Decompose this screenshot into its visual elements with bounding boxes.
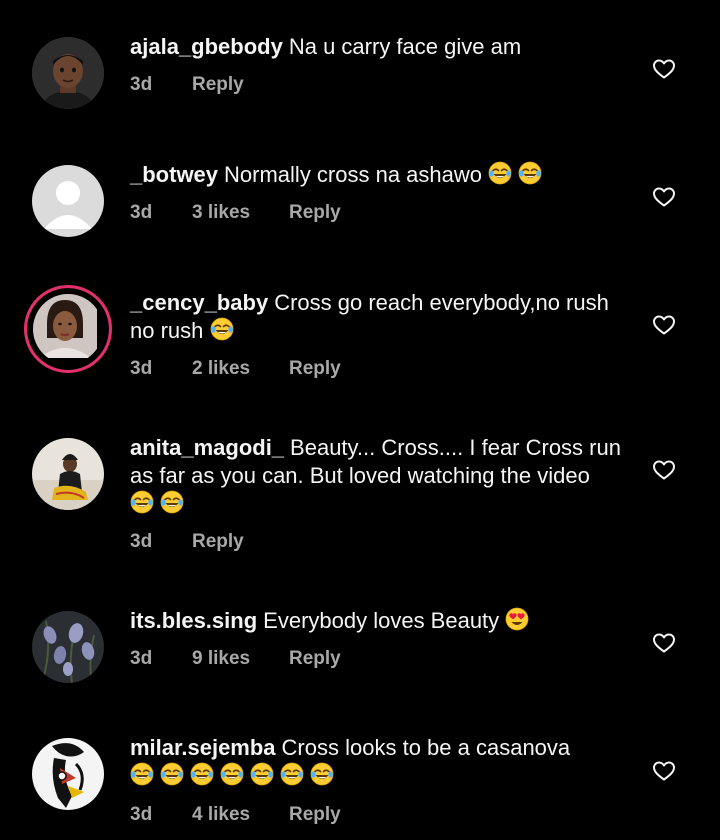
- face-with-tears-of-joy-icon: [130, 490, 154, 514]
- cartoon-avatar-icon: [32, 37, 104, 109]
- face-with-tears-of-joy-icon: [130, 762, 154, 786]
- avatar[interactable]: [32, 438, 104, 510]
- comment-username[interactable]: _botwey: [130, 162, 218, 187]
- reply-button[interactable]: Reply: [192, 71, 244, 99]
- photo-avatar-icon: [32, 438, 104, 510]
- face-with-tears-of-joy-icon: [518, 161, 542, 185]
- comment-time: 3d: [130, 804, 153, 825]
- avatar[interactable]: [32, 738, 104, 810]
- like-heart-icon[interactable]: [652, 458, 676, 482]
- likes-count[interactable]: 2 likes: [192, 355, 289, 383]
- comment-body: its.bles.sing Everybody loves Beauty: [130, 607, 630, 638]
- emoji-row: [210, 317, 240, 348]
- comment-time: 3d: [130, 531, 153, 552]
- photo-avatar-icon: [33, 294, 97, 358]
- face-with-tears-of-joy-icon: [210, 317, 234, 341]
- emoji-row: [488, 161, 548, 192]
- face-with-tears-of-joy-icon: [190, 762, 214, 786]
- comment-body: milar.sejemba Cross looks to be a casanov…: [130, 734, 630, 793]
- avatar[interactable]: [32, 611, 104, 683]
- comment-text: Normally cross na ashawo: [224, 162, 483, 187]
- comment-meta: 3d 9 likes Reply: [130, 645, 341, 673]
- avatar[interactable]: [32, 165, 104, 237]
- comment-body: ajala_gbebody Na u carry face give am: [130, 33, 630, 61]
- reply-button[interactable]: Reply: [289, 199, 341, 227]
- comment-text: Cross looks to be a casanova: [281, 735, 571, 760]
- face-with-tears-of-joy-icon: [160, 762, 184, 786]
- like-heart-icon[interactable]: [652, 759, 676, 783]
- emoji-row: [130, 762, 340, 793]
- face-with-tears-of-joy-icon: [310, 762, 334, 786]
- smiling-face-with-heart-eyes-icon: [505, 607, 529, 631]
- emoji-row: [505, 607, 535, 638]
- avatar[interactable]: [32, 37, 104, 109]
- comment-username[interactable]: anita_magodi_: [130, 435, 284, 460]
- comment-body: anita_magodi_ Beauty... Cross.... I fear …: [130, 434, 630, 521]
- like-heart-icon[interactable]: [652, 185, 676, 209]
- comment-meta: 3d Reply: [130, 528, 244, 556]
- comment-username[interactable]: its.bles.sing: [130, 608, 257, 633]
- face-with-tears-of-joy-icon: [160, 490, 184, 514]
- like-heart-icon[interactable]: [652, 631, 676, 655]
- comment-meta: 3d 2 likes Reply: [130, 355, 341, 383]
- face-with-tears-of-joy-icon: [280, 762, 304, 786]
- comment-text: Everybody loves Beauty: [263, 608, 500, 633]
- illustration-avatar-icon: [32, 738, 104, 810]
- flower-avatar-icon: [32, 611, 104, 683]
- comment-text: Na u carry face give am: [288, 34, 522, 59]
- comment-meta: 3d 4 likes Reply: [130, 801, 341, 829]
- like-heart-icon[interactable]: [652, 57, 676, 81]
- face-with-tears-of-joy-icon: [488, 161, 512, 185]
- reply-button[interactable]: Reply: [289, 645, 341, 673]
- comment-username[interactable]: milar.sejemba: [130, 735, 276, 760]
- comment-username[interactable]: ajala_gbebody: [130, 34, 283, 59]
- reply-button[interactable]: Reply: [289, 355, 341, 383]
- comment-meta: 3d Reply: [130, 71, 244, 99]
- face-with-tears-of-joy-icon: [250, 762, 274, 786]
- emoji-row: [130, 490, 190, 521]
- likes-count[interactable]: 9 likes: [192, 645, 289, 673]
- reply-button[interactable]: Reply: [192, 528, 244, 556]
- likes-count[interactable]: 4 likes: [192, 801, 289, 829]
- comment-username[interactable]: _cency_baby: [130, 290, 268, 315]
- default-avatar-icon: [32, 165, 104, 237]
- comment-body: _cency_baby Cross go reach everybody,no r…: [130, 289, 630, 348]
- comment-time: 3d: [130, 358, 153, 379]
- comment-time: 3d: [130, 202, 153, 223]
- avatar[interactable]: [24, 285, 112, 373]
- face-with-tears-of-joy-icon: [220, 762, 244, 786]
- comment-meta: 3d 3 likes Reply: [130, 199, 341, 227]
- reply-button[interactable]: Reply: [289, 801, 341, 829]
- comment-time: 3d: [130, 74, 153, 95]
- comment-body: _botwey Normally cross na ashawo: [130, 161, 630, 192]
- likes-count[interactable]: 3 likes: [192, 199, 289, 227]
- comment-time: 3d: [130, 648, 153, 669]
- like-heart-icon[interactable]: [652, 313, 676, 337]
